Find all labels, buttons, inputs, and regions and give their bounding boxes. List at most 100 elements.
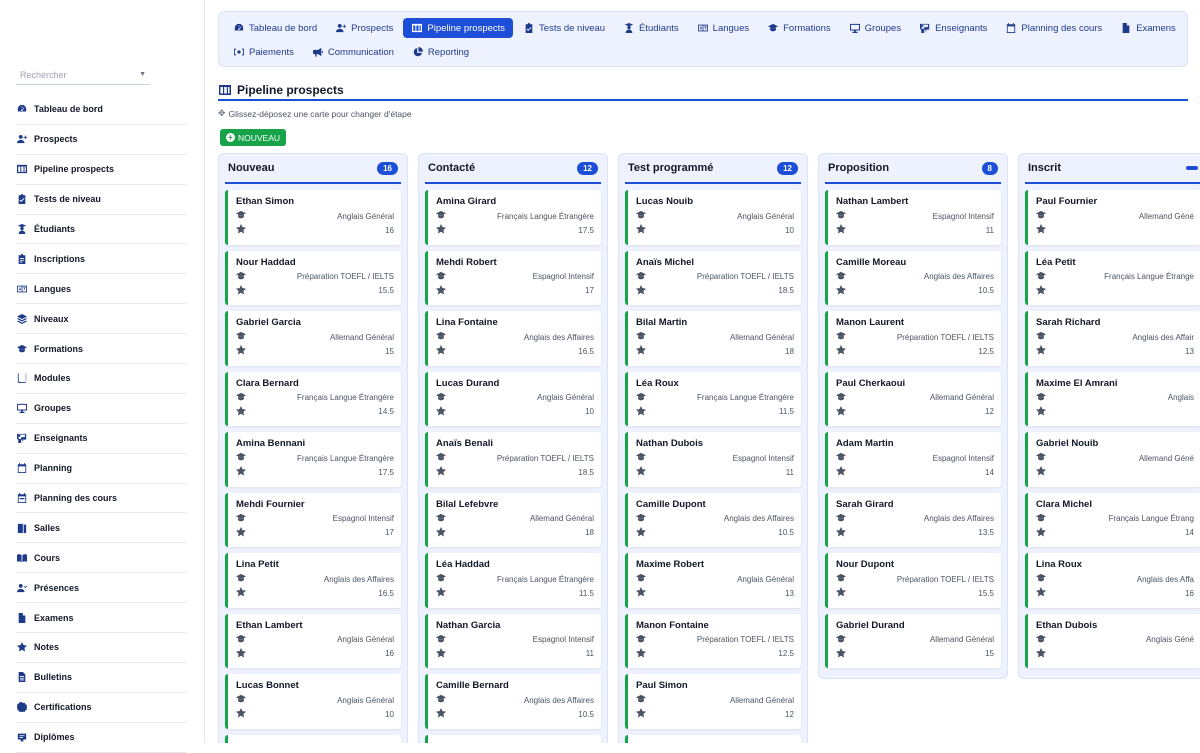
prospect-card[interactable]: Anaïs Benali Préparation TOEFL / IELTS 18.…: [425, 432, 601, 487]
prospect-name: Nathan Lambert: [836, 196, 909, 207]
prospect-name: Adam Martin: [836, 438, 894, 449]
tab-reporting[interactable]: Reporting: [404, 42, 477, 62]
tab-formations[interactable]: Formations: [759, 18, 839, 38]
prospect-card[interactable]: Gabriel Durand Allemand Général 15: [825, 613, 1001, 668]
sidebar-item-planning[interactable]: Planning: [16, 454, 186, 484]
prospect-card[interactable]: Nathan Garcia Espagnol Intensif 11: [425, 613, 601, 668]
sidebar-item-examens[interactable]: Examens: [16, 603, 186, 634]
prospect-card[interactable]: [225, 734, 401, 743]
prospect-card[interactable]: Paul Simon Allemand Général 12: [625, 674, 801, 729]
prospect-card[interactable]: Bilal Lefebvre Allemand Général 18: [425, 492, 601, 547]
prospect-card[interactable]: Camille Bernard Anglais des Affaires 10.5: [425, 674, 601, 729]
sidebar-item-diplomes[interactable]: Diplômes: [16, 723, 186, 753]
tab-etudiants[interactable]: Étudiants: [615, 18, 687, 38]
prospect-card[interactable]: Adam Martin Espagnol Intensif 14: [825, 432, 1001, 487]
prospect-card[interactable]: Ethan Dubois Anglais Géné: [1025, 613, 1200, 668]
prospect-card[interactable]: Clara Michel Français Langue Étrang 14: [1025, 492, 1200, 547]
prospect-course: Espagnol Intensif: [932, 211, 994, 221]
tab-langues[interactable]: Langues: [689, 18, 757, 38]
prospect-card[interactable]: Paul Cherkaoui Allemand Général 12: [825, 371, 1001, 426]
tab-prospects[interactable]: Prospects: [327, 18, 401, 38]
prospect-card[interactable]: [425, 734, 601, 743]
prospect-card[interactable]: Lina Roux Anglais des Affa 16: [1025, 553, 1200, 608]
tab-pipeline-prospects[interactable]: Pipeline prospects: [403, 18, 514, 38]
graduation-cap-icon: [636, 392, 646, 404]
sidebar-item-formations[interactable]: Formations: [16, 334, 186, 365]
sidebar-item-salles[interactable]: Salles: [16, 513, 186, 544]
prospect-course: Allemand Général: [729, 332, 794, 342]
prospect-card[interactable]: Camille Dupont Anglais des Affaires 10.5: [625, 492, 801, 547]
prospect-card[interactable]: Camille Moreau Anglais des Affaires 10.5: [825, 250, 1001, 305]
prospect-card[interactable]: Léa Petit Français Langue Étrange: [1025, 250, 1200, 305]
prospect-card[interactable]: Manon Fontaine Préparation TOEFL / IELTS 1…: [625, 613, 801, 668]
sidebar-item-notes[interactable]: Notes: [16, 633, 186, 663]
prospect-card[interactable]: Maxime El Amrani Anglais: [1025, 371, 1200, 426]
tab-tests-de-niveau[interactable]: Tests de niveau: [515, 18, 613, 38]
sidebar-item-planning-des-cours[interactable]: Planning des cours: [16, 484, 186, 514]
sidebar-item-tests-de-niveau[interactable]: Tests de niveau: [16, 185, 186, 215]
sidebar-item-prospects[interactable]: Prospects: [16, 125, 186, 155]
sidebar-item-groupes[interactable]: Groupes: [16, 394, 186, 424]
prospect-card[interactable]: Mehdi Robert Espagnol Intensif 17: [425, 250, 601, 305]
tab-planning-des-cours[interactable]: Planning des cours: [997, 18, 1110, 38]
prospect-card[interactable]: Bilal Martin Allemand Général 18: [625, 311, 801, 366]
graduation-cap-icon: [1036, 513, 1046, 525]
prospect-card[interactable]: Manon Laurent Préparation TOEFL / IELTS 12…: [825, 311, 1001, 366]
prospect-card[interactable]: Sarah Richard Anglais des Affair 13: [1025, 311, 1200, 366]
sidebar-item-niveaux[interactable]: Niveaux: [16, 304, 186, 335]
prospect-card[interactable]: Lucas Nouib Anglais Général 10: [625, 190, 801, 245]
prospect-card[interactable]: Mehdi Fournier Espagnol Intensif 17: [225, 492, 401, 547]
prospect-course: Anglais des Affaires: [323, 574, 394, 584]
sidebar-item-cours[interactable]: Cours: [16, 543, 186, 574]
prospect-card[interactable]: Lina Fontaine Anglais des Affaires 16.5: [425, 311, 601, 366]
prospect-course: Anglais: [1167, 393, 1194, 402]
prospect-card[interactable]: Lucas Durand Anglais Général 10: [425, 371, 601, 426]
prospect-card[interactable]: Sarah Girard Anglais des Affaires 13.5: [825, 492, 1001, 547]
language-icon: [16, 283, 28, 295]
prospect-card[interactable]: Léa Roux Français Langue Étrangère 11.5: [625, 371, 801, 426]
prospect-card[interactable]: Maxime Robert Anglais Général 13: [625, 553, 801, 608]
prospect-card[interactable]: Léa Haddad Français Langue Étrangère 11.5: [425, 553, 601, 608]
certificate-icon: [16, 701, 28, 713]
prospect-card[interactable]: Lucas Bonnet Anglais Général 10: [225, 674, 401, 729]
tab-communication[interactable]: Communication: [304, 42, 402, 62]
prospect-card[interactable]: Lina Petit Anglais des Affaires 16.5: [225, 553, 401, 608]
prospect-card[interactable]: Amina Girard Français Langue Étrangère 17.…: [425, 190, 601, 245]
sidebar-item-certifications[interactable]: Certifications: [16, 693, 186, 723]
prospect-card[interactable]: Clara Bernard Français Langue Étrangère 14…: [225, 371, 401, 426]
prospect-card[interactable]: Nathan Dubois Espagnol Intensif 11: [625, 432, 801, 487]
star-icon: [836, 405, 846, 418]
prospect-card[interactable]: Nour Dupont Préparation TOEFL / IELTS 15.5: [825, 553, 1001, 608]
sidebar-item-tableau-de-bord[interactable]: Tableau de bord: [16, 95, 186, 125]
sidebar-item-etudiants[interactable]: Étudiants: [16, 215, 186, 245]
sidebar-item-inscriptions[interactable]: Inscriptions: [16, 244, 186, 275]
sidebar-item-langues[interactable]: Langues: [16, 274, 186, 305]
sidebar-item-modules[interactable]: Modules: [16, 364, 186, 394]
new-prospect-button[interactable]: + NOUVEAU: [220, 129, 287, 146]
tab-examens[interactable]: Examens: [1112, 18, 1184, 38]
prospect-card[interactable]: Paul Fournier Allemand Géné: [1025, 190, 1200, 245]
star-icon: [1036, 345, 1046, 357]
tab-tableau-de-bord[interactable]: Tableau de bord: [225, 18, 325, 38]
prospect-name: Ethan Simon: [236, 196, 295, 207]
sidebar-item-bulletins[interactable]: Bulletins: [16, 663, 186, 693]
prospect-card[interactable]: [625, 734, 801, 743]
sidebar-item-enseignants[interactable]: Enseignants: [16, 424, 186, 454]
tab-paiements[interactable]: Paiements: [225, 42, 302, 62]
sidebar-item-pipeline-prospects[interactable]: Pipeline prospects: [16, 155, 186, 185]
prospect-card[interactable]: Amina Bennani Français Langue Étrangère 17…: [225, 432, 401, 487]
tab-groupes[interactable]: Groupes: [841, 18, 909, 38]
sidebar-item-presences[interactable]: Présences: [16, 573, 186, 604]
prospect-card[interactable]: Ethan Simon Anglais Général 16: [225, 190, 401, 245]
star-icon: [236, 466, 246, 478]
prospect-card[interactable]: Nour Haddad Préparation TOEFL / IELTS 15.5: [225, 250, 401, 305]
prospect-card[interactable]: Anaïs Michel Préparation TOEFL / IELTS 18.…: [625, 250, 801, 305]
prospect-card[interactable]: Nathan Lambert Espagnol Intensif 11: [825, 190, 1001, 245]
prospect-course: Français Langue Étrang: [1108, 514, 1194, 523]
prospect-card[interactable]: Ethan Lambert Anglais Général 16: [225, 613, 401, 668]
search-select[interactable]: Rechercher ▼: [16, 67, 150, 85]
prospect-card[interactable]: Gabriel Garcia Allemand Général 15: [225, 311, 401, 366]
prospect-card[interactable]: Gabriel Nouib Allemand Géné: [1025, 432, 1200, 487]
tab-enseignants[interactable]: Enseignants: [911, 18, 995, 38]
graduation-cap-icon: [436, 634, 446, 646]
